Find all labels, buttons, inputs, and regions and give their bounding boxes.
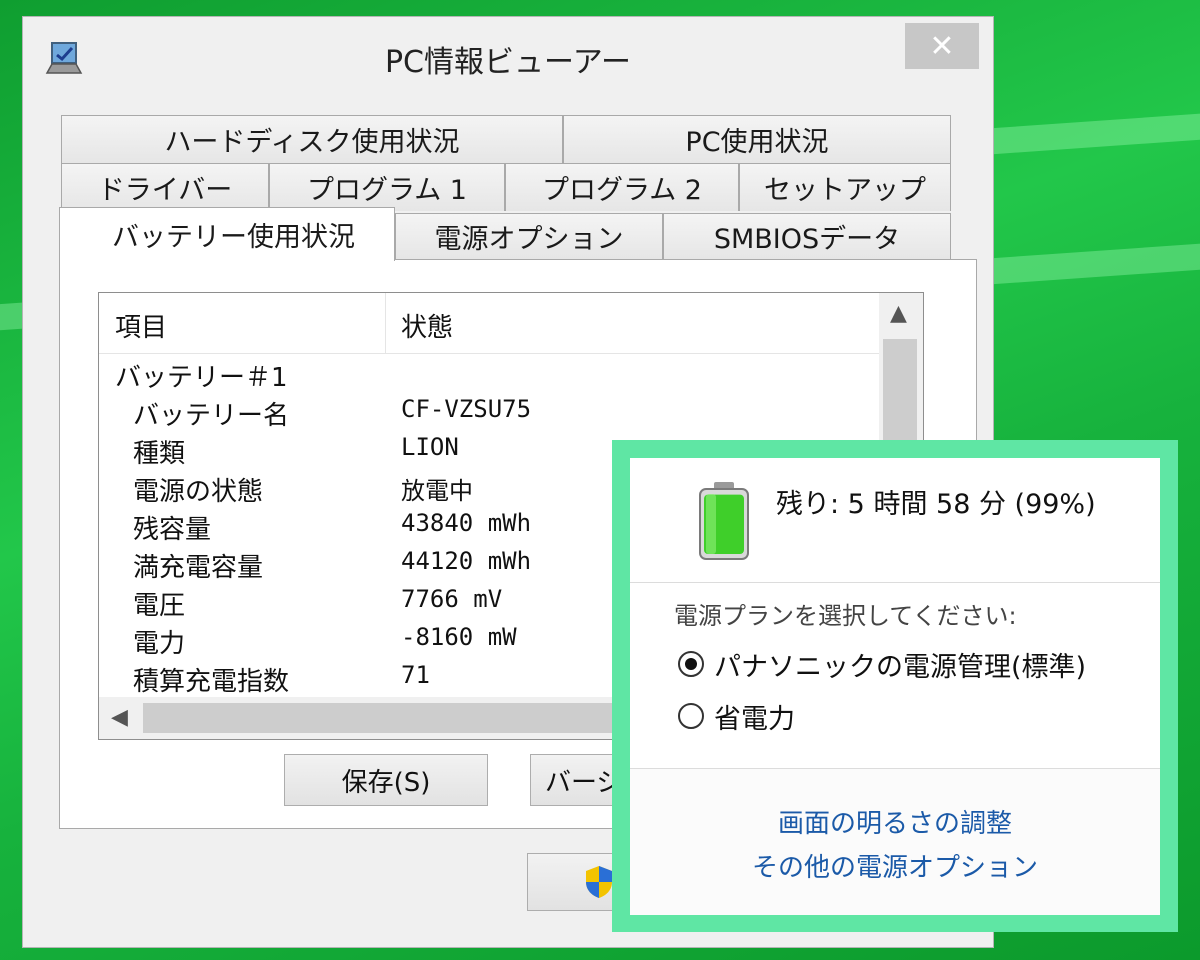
plan-label: 省電力 — [714, 703, 795, 735]
battery-remaining-text: 残り: 5 時間 58 分 (99%) — [776, 489, 1096, 520]
battery-flyout-body: 残り: 5 時間 58 分 (99%) 電源プランを選択してください: パナソニ… — [630, 458, 1160, 915]
tab-pc-usage[interactable]: PC使用状況 — [563, 115, 951, 163]
power-plan-prompt: 電源プランを選択してください: — [674, 602, 1017, 630]
table-row[interactable]: バッテリー名 CF-VZSU75 — [99, 393, 879, 431]
scroll-left-arrow-icon[interactable]: ◀ — [111, 705, 128, 730]
row-value: 71 — [401, 661, 430, 689]
row-item: 満充電容量 — [133, 553, 264, 583]
row-value: 43840 mWh — [401, 509, 532, 537]
row-item: 電力 — [133, 629, 186, 659]
plan-label: パナソニックの電源管理(標準) — [714, 651, 1087, 683]
group-label: バッテリー＃1 — [115, 363, 288, 393]
row-value: CF-VZSU75 — [401, 395, 532, 423]
column-header-item[interactable]: 項目 — [115, 307, 167, 344]
flyout-links-area: 画面の明るさの調整 その他の電源オプション — [630, 768, 1160, 915]
tab-setup[interactable]: セットアップ — [739, 163, 951, 211]
tab-program-2[interactable]: プログラム 2 — [505, 163, 739, 211]
tab-driver[interactable]: ドライバー — [61, 163, 269, 211]
row-value: 放電中 — [401, 477, 473, 505]
radio-selected[interactable] — [678, 651, 704, 677]
tab-power-options[interactable]: 電源オプション — [395, 213, 663, 259]
column-divider[interactable] — [385, 293, 386, 353]
row-item: 積算充電指数 — [133, 667, 290, 697]
desktop-stripe — [979, 240, 1200, 286]
uac-shield-icon — [586, 866, 612, 898]
tab-smbios-data[interactable]: SMBIOSデータ — [663, 213, 951, 259]
plan-power-saver-option[interactable]: 省電力 — [678, 698, 795, 735]
tab-hard-disk-usage[interactable]: ハードディスク使用状況 — [61, 115, 563, 163]
list-group-row[interactable]: バッテリー＃1 — [99, 355, 879, 393]
row-value: 7766 mV — [401, 585, 503, 613]
row-item: 種類 — [133, 439, 186, 469]
desktop-stripe — [989, 111, 1200, 155]
adjust-brightness-link[interactable]: 画面の明るさの調整 — [630, 803, 1160, 840]
radio-unselected[interactable] — [678, 703, 704, 729]
row-value: 44120 mWh — [401, 547, 532, 575]
radio-dot — [685, 658, 697, 670]
tab-battery-usage[interactable]: バッテリー使用状況 — [59, 207, 395, 261]
row-value: LION — [401, 433, 459, 461]
battery-status-area: 残り: 5 時間 58 分 (99%) — [630, 458, 1160, 583]
save-button[interactable]: 保存(S) — [284, 754, 488, 806]
plan-panasonic-option[interactable]: パナソニックの電源管理(標準) — [678, 646, 1087, 683]
title-bar[interactable]: PC情報ビューアー ✕ — [23, 17, 993, 93]
row-value: -8160 mW — [401, 623, 517, 651]
row-item: 電源の状態 — [133, 477, 264, 507]
battery-flyout: 残り: 5 時間 58 分 (99%) 電源プランを選択してください: パナソニ… — [612, 440, 1178, 932]
scroll-up-arrow-icon[interactable]: ▲ — [890, 301, 907, 326]
column-header-status[interactable]: 状態 — [401, 307, 453, 344]
row-item: 残容量 — [133, 515, 212, 545]
battery-icon — [699, 482, 749, 560]
close-button[interactable]: ✕ — [905, 23, 979, 69]
row-item: バッテリー名 — [133, 401, 290, 431]
row-item: 電圧 — [133, 591, 186, 621]
list-header: 項目 状態 — [99, 293, 879, 354]
tab-program-1[interactable]: プログラム 1 — [269, 163, 505, 211]
more-power-options-link[interactable]: その他の電源オプション — [630, 847, 1160, 884]
window-title: PC情報ビューアー — [384, 45, 632, 80]
